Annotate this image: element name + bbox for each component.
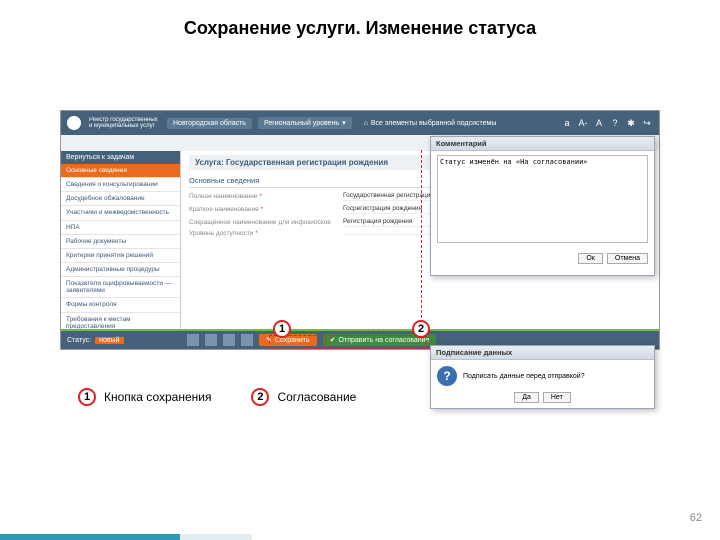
app-logo-icon [67,116,81,130]
sidebar: Вернуться к задачам Основные сведения Св… [61,151,181,331]
legend-item-2: 2 Согласование [251,388,356,406]
home-icon: ⌂ [364,120,368,127]
comment-textarea[interactable] [437,155,648,243]
yes-button[interactable]: Да [514,392,539,403]
font-dec-icon[interactable]: А- [577,117,589,129]
question-icon: ? [437,366,457,386]
crumb-region[interactable]: Новгородская область [167,118,252,129]
status-block: Статус: новый [61,331,181,349]
help-icon[interactable]: ? [609,117,621,129]
exit-icon[interactable]: ↪ [641,117,653,129]
tool-icon[interactable] [223,334,235,346]
sidebar-item-consulting[interactable]: Сведения о консультировании [61,178,180,192]
font-inc-icon[interactable]: А [593,117,605,129]
sidebar-item-main-info[interactable]: Основные сведения [61,164,180,178]
comment-dialog: Комментарий Ок Отмена [430,136,655,276]
dialog-title: Комментарий [431,137,654,151]
chevron-down-icon: ▾ [342,119,346,127]
legend-text-1: Кнопка сохранения [104,390,211,404]
back-to-tasks-button[interactable]: Вернуться к задачам [61,151,180,164]
legend-text-2: Согласование [277,390,356,404]
dialog-title: Подписание данных [431,346,654,360]
field-label: Краткое наименование * [189,206,339,213]
sidebar-nav: Основные сведения Сведения о консультиро… [61,164,180,334]
sidebar-item-docs[interactable]: Рабочие документы [61,235,180,249]
status-badge: новый [95,337,123,344]
field-label: Сокращённое наименование для инфокиосков [189,219,339,226]
sidebar-item-criteria[interactable]: Критерии принятия решений [61,249,180,263]
callout-connector-2 [421,150,422,328]
sidebar-item-npa[interactable]: НПА [61,221,180,235]
crumb-scope[interactable]: ⌂Все элементы выбранной подсистемы [358,118,503,129]
tool-icon[interactable] [241,334,253,346]
app-topbar: Реестр государственных и муниципальных у… [61,111,659,135]
send-button-label: Отправить на согласование [339,337,430,344]
ok-button[interactable]: Ок [578,253,603,264]
field-label: Полное наименование * [189,193,339,200]
app-logo-text: Реестр государственных и муниципальных у… [89,117,159,129]
callout-marker-1: 1 [273,320,291,338]
sign-data-dialog: Подписание данных ? Подписать данные пер… [430,345,655,409]
legend-num-2: 2 [251,388,269,406]
page-number: 62 [690,512,702,524]
crumb-level[interactable]: Региональный уровень▾ [258,117,352,129]
callout-marker-2: 2 [412,320,430,338]
tool-icon[interactable] [205,334,217,346]
no-button[interactable]: Нет [543,392,571,403]
cancel-button[interactable]: Отмена [607,253,648,264]
sidebar-item-procedures[interactable]: Административные процедуры [61,263,180,277]
crumb-level-label: Региональный уровень [264,120,339,127]
field-label: Уровень доступности * [189,230,339,237]
legend-item-1: 1 Кнопка сохранения [78,388,211,406]
topbar-right-icons: а А- А ? ✱ ↪ [561,117,653,129]
status-label: Статус: [67,337,91,344]
footer-decoration [0,534,720,540]
legend-num-1: 1 [78,388,96,406]
tool-icon[interactable] [187,334,199,346]
check-icon: ✔ [330,336,336,344]
sidebar-item-appeal[interactable]: Досудебное обжалование [61,192,180,206]
sidebar-item-control[interactable]: Формы контроля [61,298,180,312]
disk-icon: ✎ [266,336,272,344]
user-icon[interactable]: а [561,117,573,129]
dialog-message: Подписать данные перед отправкой? [463,373,585,380]
sidebar-item-indicators[interactable]: Показатели оцифровываемости — заявителям… [61,277,180,298]
sidebar-item-participants[interactable]: Участники и межведомственность [61,206,180,220]
settings-icon[interactable]: ✱ [625,117,637,129]
crumb-scope-label: Все элементы выбранной подсистемы [371,120,497,127]
breadcrumb: Новгородская область Региональный уровен… [167,117,553,129]
callout-legend: 1 Кнопка сохранения 2 Согласование [78,388,356,406]
slide-title: Сохранение услуги. Изменение статуса [0,0,720,45]
